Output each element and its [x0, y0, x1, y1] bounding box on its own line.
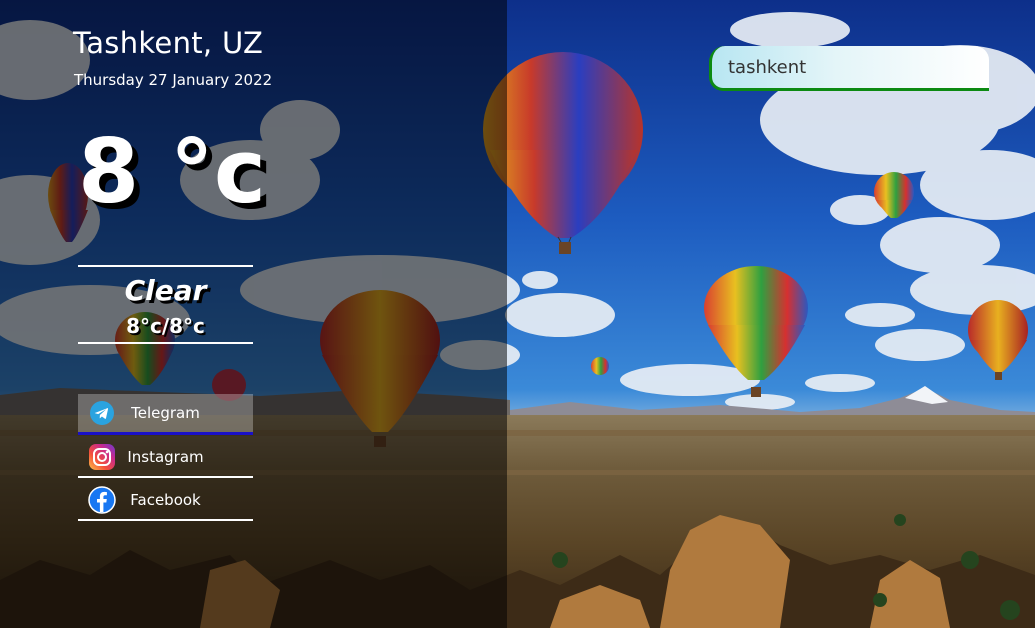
- search-input[interactable]: [709, 46, 989, 91]
- instagram-link[interactable]: Instagram: [78, 437, 253, 478]
- weather-panel: [0, 0, 507, 628]
- facebook-link[interactable]: Facebook: [78, 480, 253, 521]
- current-date: Thursday 27 January 2022: [74, 71, 273, 89]
- temperature-value: 8 °c: [78, 120, 267, 223]
- telegram-icon: [88, 399, 116, 427]
- divider: [78, 342, 253, 344]
- telegram-link[interactable]: Telegram: [78, 394, 253, 435]
- telegram-label: Telegram: [131, 404, 200, 422]
- facebook-icon: [88, 485, 116, 514]
- instagram-label: Instagram: [127, 447, 204, 466]
- weather-condition: Clear: [124, 274, 207, 307]
- instagram-icon: [88, 443, 116, 471]
- facebook-label: Facebook: [130, 490, 201, 509]
- min-max-temperature: 8°c/8°c: [126, 314, 205, 338]
- divider: [78, 265, 253, 267]
- city-name: Tashkent, UZ: [73, 26, 264, 60]
